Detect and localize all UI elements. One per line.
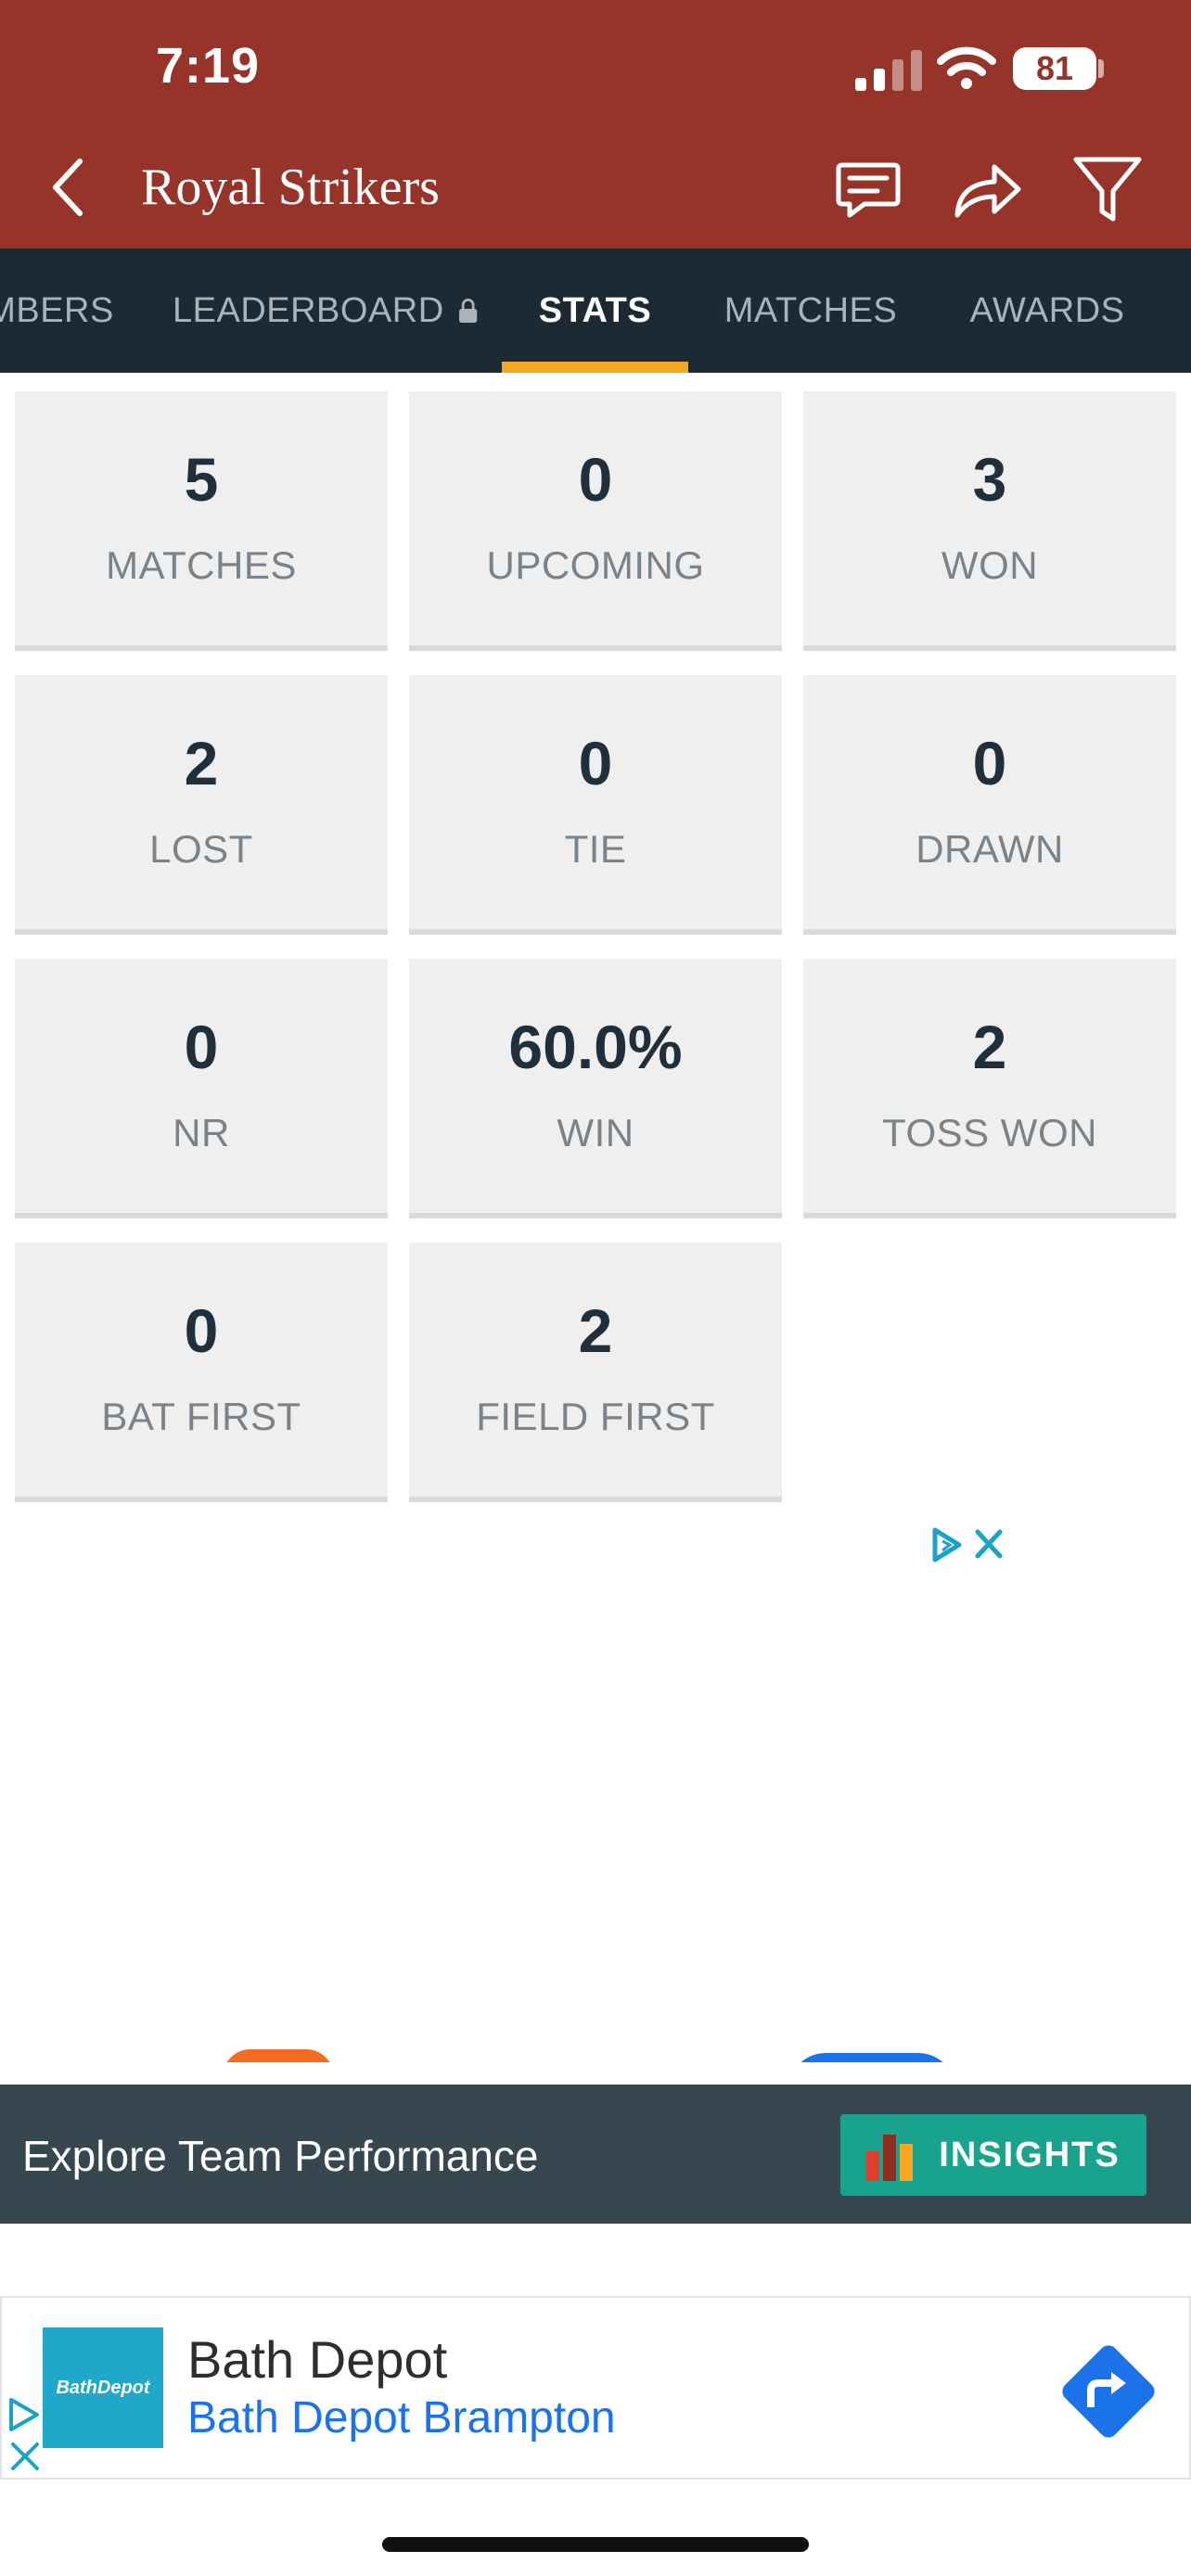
stat-label: LOST bbox=[149, 827, 253, 871]
stat-value: 0 bbox=[578, 445, 613, 514]
home-indicator bbox=[382, 2537, 809, 2552]
stat-label: WON bbox=[941, 543, 1039, 587]
share-icon[interactable] bbox=[948, 150, 1026, 228]
page-title: Royal Strikers bbox=[141, 159, 440, 216]
stat-label: MATCHES bbox=[106, 543, 297, 587]
stat-value: 3 bbox=[972, 445, 1007, 514]
back-arrow-icon[interactable] bbox=[37, 150, 104, 224]
stat-value: 0 bbox=[184, 1013, 219, 1081]
stat-label: DRAWN bbox=[916, 827, 1064, 871]
wifi-icon bbox=[937, 46, 996, 89]
ad-mask bbox=[0, 2062, 1191, 2085]
filter-icon[interactable] bbox=[1069, 150, 1146, 228]
tab-leaderboard-label: LEADERBOARD bbox=[173, 290, 444, 330]
stat-card-lost: 2 LOST bbox=[15, 675, 388, 935]
stat-label: TOSS WON bbox=[882, 1111, 1097, 1154]
stat-value: 2 bbox=[972, 1013, 1007, 1081]
tab-awards[interactable]: AWARDS bbox=[952, 249, 1143, 373]
banner-ad-subtitle[interactable]: Bath Depot Brampton bbox=[187, 2392, 616, 2443]
insights-button[interactable]: INSIGHTS bbox=[840, 2114, 1146, 2196]
tab-stats[interactable]: STATS bbox=[502, 249, 688, 373]
banner-adchoices-icon[interactable] bbox=[6, 2394, 43, 2474]
stat-card-field-first: 2 FIELD FIRST bbox=[409, 1243, 782, 1502]
tab-leaderboard[interactable]: LEADERBOARD bbox=[173, 249, 479, 373]
insights-button-label: INSIGHTS bbox=[939, 2135, 1121, 2174]
stat-card-win: 60.0% WIN bbox=[409, 959, 782, 1218]
battery-tip bbox=[1098, 59, 1104, 78]
stat-label: NR bbox=[173, 1111, 230, 1154]
stat-card-matches: 5 MATCHES bbox=[15, 391, 388, 651]
chat-icon[interactable] bbox=[829, 150, 907, 228]
stat-value: 2 bbox=[578, 1296, 613, 1365]
bath-depot-logo[interactable]: BathDepot bbox=[43, 2327, 163, 2448]
stat-label: TIE bbox=[564, 827, 627, 871]
stat-card-tie: 0 TIE bbox=[409, 675, 782, 935]
directions-icon[interactable] bbox=[1054, 2337, 1163, 2446]
stat-label: WIN bbox=[557, 1111, 634, 1154]
app-header: 7:19 81 Royal Strikers bbox=[0, 0, 1191, 249]
stat-value: 0 bbox=[578, 729, 613, 797]
banner-ad[interactable] bbox=[0, 2296, 1191, 2480]
stat-value: 0 bbox=[184, 1296, 219, 1365]
stat-value: 2 bbox=[184, 729, 219, 797]
stat-card-won: 3 WON bbox=[803, 391, 1176, 651]
stat-card-upcoming: 0 UPCOMING bbox=[409, 391, 782, 651]
insights-text: Explore Team Performance bbox=[22, 2132, 539, 2180]
tab-bar: MBERS LEADERBOARD STATS MATCHES AWARDS bbox=[0, 249, 1191, 373]
stat-label: UPCOMING bbox=[486, 543, 705, 587]
banner-ad-title[interactable]: Bath Depot bbox=[187, 2329, 447, 2390]
stat-value: 5 bbox=[184, 445, 219, 514]
bar-chart-icon bbox=[866, 2135, 914, 2181]
battery-indicator: 81 bbox=[1013, 47, 1096, 90]
stat-card-toss-won: 2 TOSS WON bbox=[803, 959, 1176, 1218]
stat-card-drawn: 0 DRAWN bbox=[803, 675, 1176, 935]
stat-card-bat-first: 0 BAT FIRST bbox=[15, 1243, 388, 1502]
status-time: 7:19 bbox=[156, 38, 261, 94]
stat-value: 60.0% bbox=[508, 1013, 683, 1081]
cellular-signal-icon bbox=[855, 50, 922, 91]
active-tab-indicator bbox=[502, 362, 688, 373]
stat-label: BAT FIRST bbox=[101, 1395, 301, 1438]
stat-card-nr: 0 NR bbox=[15, 959, 388, 1218]
tab-matches[interactable]: MATCHES bbox=[714, 249, 907, 373]
lock-icon bbox=[458, 299, 477, 324]
tab-members[interactable]: MBERS bbox=[0, 249, 113, 373]
stat-value: 0 bbox=[972, 729, 1007, 797]
stat-label: FIELD FIRST bbox=[476, 1395, 715, 1438]
adchoices-icon[interactable] bbox=[928, 1524, 1005, 1565]
app-screen: 7:19 81 Royal Strikers MBERS LEADERBOARD… bbox=[0, 0, 1191, 2576]
